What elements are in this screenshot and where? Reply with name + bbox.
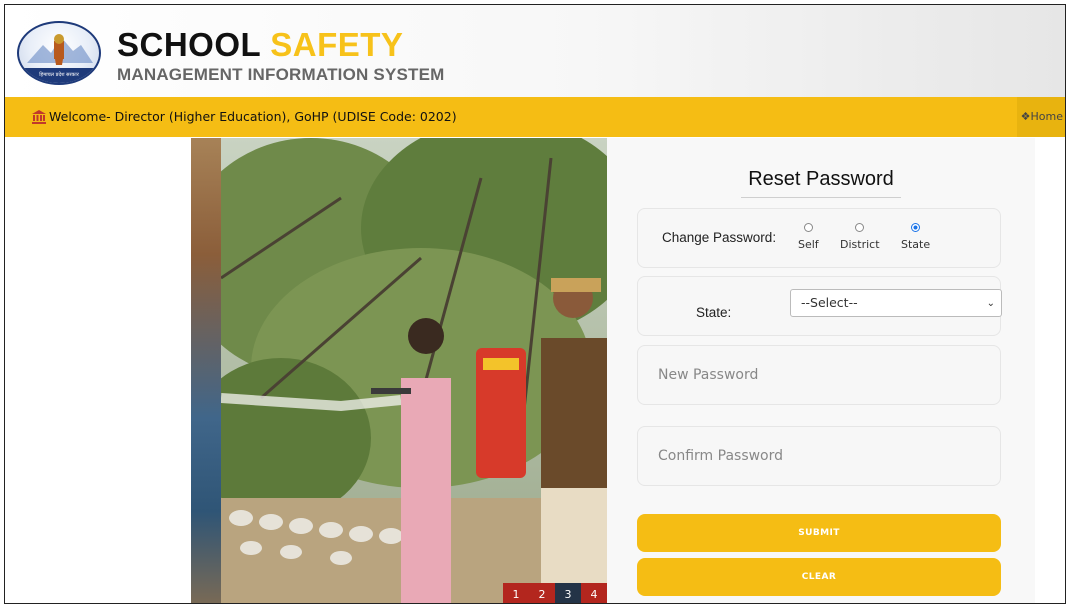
change-password-label: Change Password: (662, 230, 777, 245)
carousel-page-3[interactable]: 3 (555, 583, 581, 603)
radio-district[interactable]: District (840, 223, 880, 251)
app-frame: हिमाचल प्रदेश सरकार SCHOOL SAFETY MANAGE… (4, 4, 1066, 604)
radio-district-label: District (840, 238, 880, 251)
submit-button[interactable]: SUBMIT (637, 514, 1001, 552)
panel-title: Reset Password (748, 168, 894, 190)
radio-self[interactable]: Self (798, 223, 819, 251)
brand-safety-text: SAFETY (270, 26, 404, 63)
radio-district-circle[interactable] (855, 223, 865, 232)
new-password-field[interactable]: New Password (637, 345, 1001, 405)
brand-school-text: SCHOOL (117, 26, 261, 63)
emblem-caption: हिमाचल प्रदेश सरकार (19, 68, 99, 83)
home-icon: ❖ (1020, 110, 1031, 123)
site-header: हिमाचल प्रदेश सरकार SCHOOL SAFETY MANAGE… (5, 5, 1065, 97)
carousel-page-1[interactable]: 1 (503, 583, 529, 603)
state-label: State: (696, 305, 732, 320)
carousel-image: 1 2 3 4 (191, 138, 607, 603)
state-card: State: --Select-- ⌄ (637, 276, 1002, 336)
radio-state[interactable]: State (901, 223, 930, 251)
home-link[interactable]: ❖Home (1017, 97, 1065, 137)
radio-state-label: State (901, 238, 931, 251)
carousel-page-4[interactable]: 4 (581, 583, 607, 603)
welcome-message: Welcome- Director (Higher Education), Go… (49, 109, 457, 124)
chevron-down-icon: ⌄ (986, 298, 995, 309)
brand-title: SCHOOL SAFETY (117, 27, 403, 63)
mountain-emblem-icon (27, 34, 93, 65)
carousel-page-2[interactable]: 2 (529, 583, 555, 603)
state-select-value: --Select-- (801, 295, 858, 310)
radio-self-circle[interactable] (803, 223, 813, 232)
horizontal-scrollbar[interactable] (45, 603, 305, 604)
fire-drill-photo (221, 138, 607, 603)
home-label: Home (1030, 110, 1063, 123)
new-password-placeholder: New Password (658, 367, 759, 383)
right-margin (1035, 138, 1065, 603)
state-emblem-logo: हिमाचल प्रदेश सरकार (17, 21, 101, 85)
confirm-password-placeholder: Confirm Password (658, 448, 784, 464)
change-password-card: Change Password: Self District State (637, 208, 1001, 268)
radio-self-label: Self (798, 238, 819, 251)
bank-icon (32, 110, 46, 124)
confirm-password-field[interactable]: Confirm Password (637, 426, 1001, 486)
title-divider (741, 197, 901, 198)
brand-subtitle: MANAGEMENT INFORMATION SYSTEM (117, 65, 445, 84)
clear-button[interactable]: CLEAR (637, 558, 1001, 596)
carousel-pager: 1 2 3 4 (503, 583, 607, 603)
welcome-bar: Welcome- Director (Higher Education), Go… (5, 97, 1065, 137)
radio-state-circle[interactable] (911, 223, 921, 232)
state-select[interactable]: --Select-- ⌄ (790, 289, 1002, 317)
previous-slide-edge (191, 138, 221, 603)
reset-password-panel: Reset Password Change Password: Self Dis… (607, 138, 1035, 603)
